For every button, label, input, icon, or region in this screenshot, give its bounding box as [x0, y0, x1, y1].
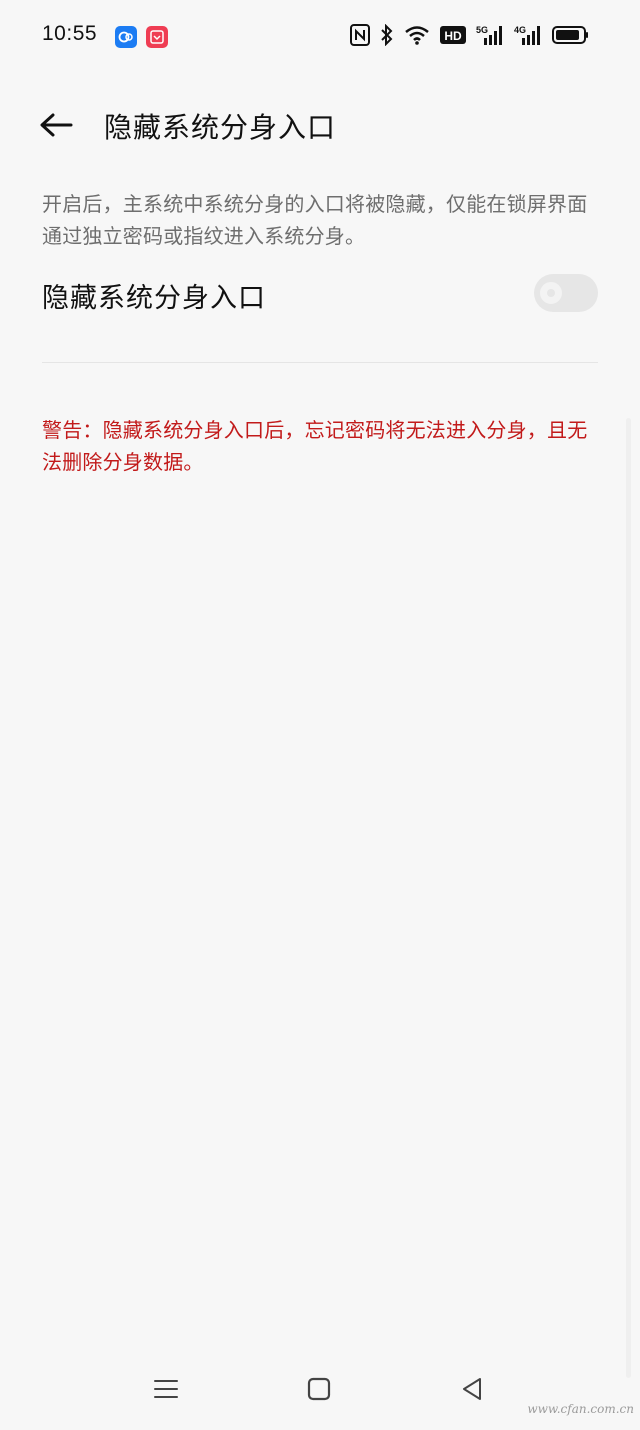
signal-4g-icon: 4G — [514, 24, 542, 46]
nfc-icon — [350, 24, 370, 46]
description-text: 开启后，主系统中系统分身的入口将被隐藏，仅能在锁屏界面通过独立密码或指纹进入系统… — [42, 192, 588, 248]
signal-5g-icon: 5G — [476, 24, 504, 46]
hide-entry-setting-row[interactable]: 隐藏系统分身入口 — [42, 268, 598, 320]
status-bar: 10:55 HD 5G 4G — [0, 0, 640, 72]
battery-icon — [552, 25, 588, 45]
toggle-knob — [540, 282, 562, 304]
scrollbar[interactable] — [626, 418, 631, 1378]
nav-back-button[interactable] — [457, 1374, 487, 1404]
warning-text: 警告：隐藏系统分身入口后，忘记密码将无法进入分身，且无法删除分身数据。 — [42, 418, 588, 474]
wifi-icon — [404, 24, 430, 46]
divider — [42, 362, 598, 363]
page-header: 隐藏系统分身入口 — [0, 90, 640, 162]
hd-icon: HD — [440, 25, 466, 45]
page-title: 隐藏系统分身入口 — [104, 111, 337, 144]
menu-icon — [154, 1380, 178, 1398]
home-button[interactable] — [304, 1374, 334, 1404]
setting-label: 隐藏系统分身入口 — [42, 283, 266, 314]
watermark: www.cfan.com.cn — [527, 1402, 634, 1416]
svg-text:HD: HD — [444, 29, 462, 43]
menu-button[interactable] — [151, 1374, 181, 1404]
home-icon — [307, 1377, 331, 1401]
status-time: 10:55 — [42, 22, 98, 45]
back-triangle-icon — [463, 1378, 481, 1400]
bluetooth-icon — [380, 24, 394, 46]
hide-entry-toggle[interactable] — [534, 274, 598, 312]
svg-text:4G: 4G — [514, 25, 526, 35]
arrow-left-icon — [40, 113, 73, 137]
red-app-icon — [146, 26, 168, 48]
blue-app-icon — [115, 26, 137, 48]
back-button[interactable] — [34, 108, 78, 142]
svg-text:5G: 5G — [476, 25, 488, 35]
status-icons: HD 5G 4G — [350, 24, 588, 46]
